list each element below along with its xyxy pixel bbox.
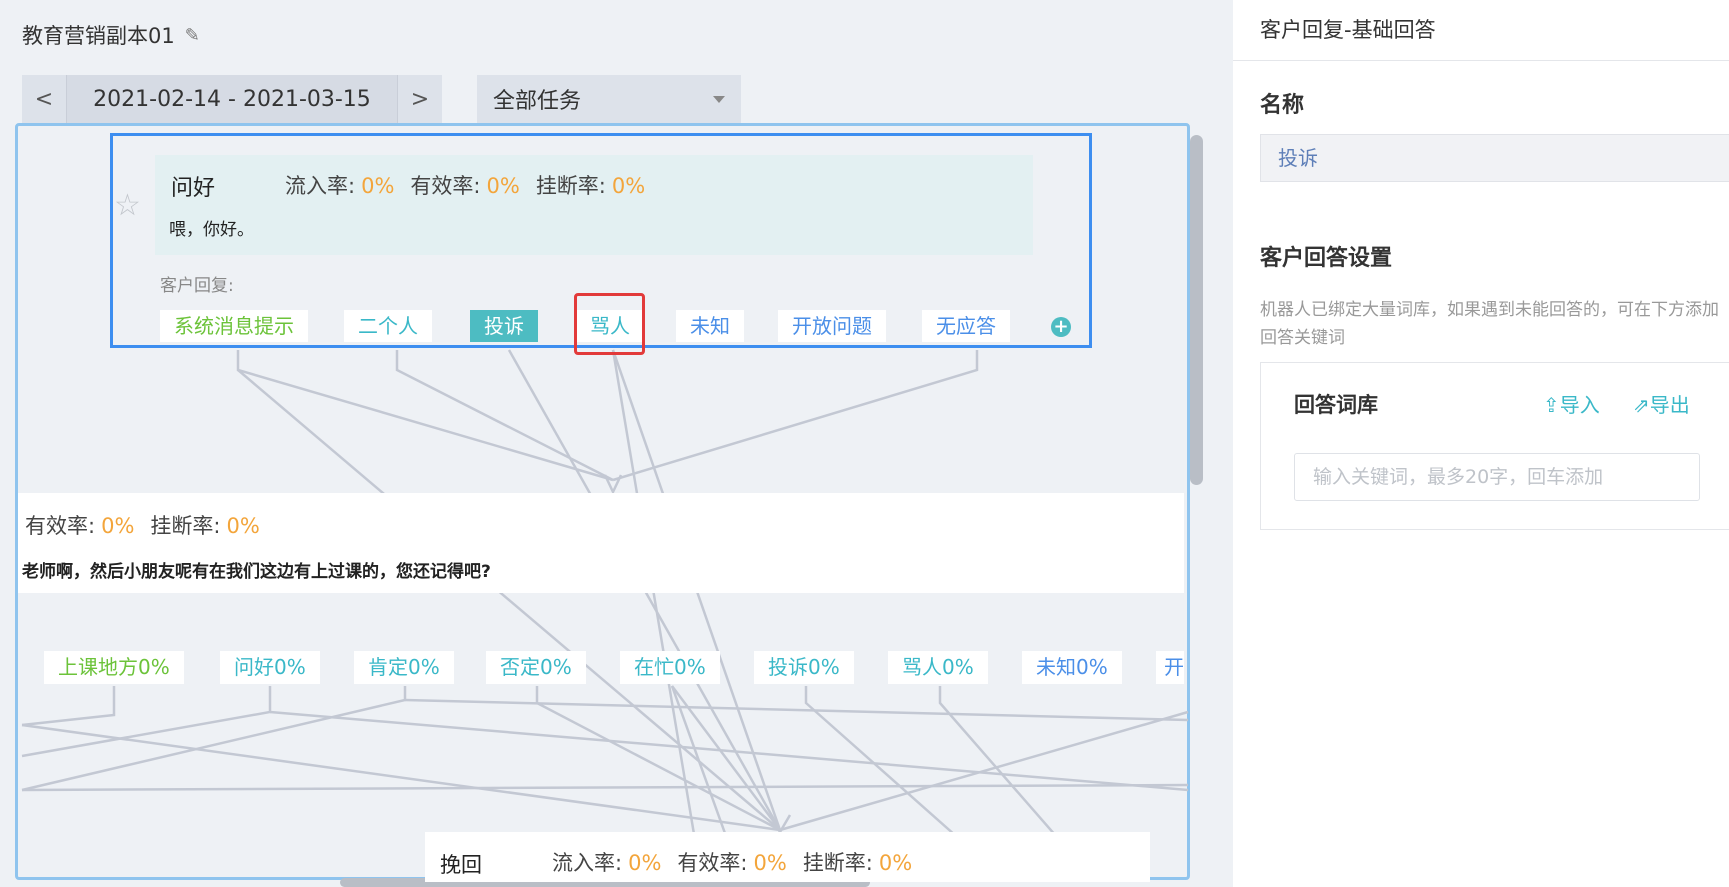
keyword-input[interactable]: 输入关键词，最多20字，回车添加 — [1294, 453, 1700, 501]
import-label: 导入 — [1559, 393, 1600, 417]
effective-label: 有效率: — [677, 851, 748, 875]
branch-chip[interactable]: 投诉0% — [754, 651, 854, 684]
inflow-label: 流入率: — [552, 851, 623, 875]
branch-chip[interactable]: 上课地方0% — [44, 651, 184, 684]
node-metrics: 有效率: 0% 挂断率: 0% — [25, 510, 260, 540]
hangup-label: 挂断率: — [535, 174, 606, 198]
reply-chip-selected[interactable]: 投诉 — [470, 310, 538, 342]
connector-line — [236, 350, 614, 482]
name-field[interactable]: 投诉 — [1260, 134, 1729, 182]
node-metrics: 流入率: 0% 有效率: 0% 挂断率: 0% — [552, 847, 912, 877]
branch-chip[interactable]: 否定0% — [486, 651, 586, 684]
effective-label: 有效率: — [25, 514, 96, 538]
branch-chip[interactable]: 骂人0% — [888, 651, 988, 684]
node-metrics: 流入率: 0% 有效率: 0% 挂断率: 0% — [285, 170, 645, 200]
connector-line — [21, 686, 407, 792]
node-speech: 喂，你好。 — [169, 220, 254, 240]
answer-library-title: 回答词库 — [1294, 393, 1378, 417]
highlight-box — [574, 293, 645, 355]
connector-line — [395, 350, 614, 482]
hangup-value: 0% — [226, 514, 260, 538]
export-button[interactable]: ⇗导出 — [1633, 389, 1690, 418]
effective-value: 0% — [101, 514, 135, 538]
node-name: 问好 — [171, 176, 216, 201]
branch-chip[interactable]: 未知0% — [1022, 651, 1122, 684]
effective-label: 有效率: — [410, 174, 481, 198]
import-icon: ⇪ — [1543, 393, 1560, 417]
hangup-value: 0% — [611, 174, 646, 198]
connector-line — [21, 723, 781, 832]
reply-chip[interactable]: 系统消息提示 — [160, 310, 308, 342]
connector-line — [21, 686, 116, 727]
branch-chip[interactable]: 开 — [1156, 651, 1184, 684]
branch-chip[interactable]: 肯定0% — [354, 651, 454, 684]
reply-chip[interactable]: 未知 — [676, 310, 744, 342]
effective-value: 0% — [486, 174, 520, 198]
reply-chip[interactable]: 二个人 — [344, 310, 432, 342]
reply-setting-description: 机器人已绑定大量词库，如果遇到未能回答的，可在下方添加回答关键词 — [1260, 300, 1719, 348]
customer-reply-label: 客户回复: — [160, 276, 234, 296]
reply-setting-label: 客户回答设置 — [1260, 246, 1393, 271]
hangup-label: 挂断率: — [802, 851, 873, 875]
connector-line — [779, 710, 1189, 832]
connector-line — [611, 349, 702, 871]
name-label: 名称 — [1260, 93, 1305, 118]
add-icon[interactable]: + — [1051, 317, 1071, 337]
star-icon[interactable]: ☆ — [114, 188, 141, 223]
export-label: 导出 — [1649, 393, 1690, 417]
arrow-head — [603, 474, 623, 495]
inflow-value: 0% — [361, 174, 395, 198]
branch-chip[interactable]: 问好0% — [220, 651, 320, 684]
reply-chip[interactable]: 无应答 — [922, 310, 1010, 342]
answer-library-card — [1260, 362, 1729, 530]
node-speech: 老师啊，然后小朋友呢有在我们这边有上过课的，您还记得吧? — [22, 562, 491, 582]
connector-line — [612, 350, 979, 482]
node-name: 挽回 — [440, 853, 482, 877]
branch-chip[interactable]: 在忙0% — [620, 651, 720, 684]
reply-chip[interactable]: 开放问题 — [778, 310, 886, 342]
divider — [1233, 60, 1729, 61]
import-button[interactable]: ⇪导入 — [1543, 389, 1600, 418]
inflow-value: 0% — [628, 851, 662, 875]
export-icon: ⇗ — [1633, 393, 1650, 417]
effective-value: 0% — [753, 851, 787, 875]
panel-title: 客户回复-基础回答 — [1260, 18, 1436, 42]
inflow-label: 流入率: — [285, 174, 356, 198]
hangup-label: 挂断率: — [150, 514, 221, 538]
hangup-value: 0% — [878, 851, 913, 875]
connector-line — [404, 698, 1189, 722]
